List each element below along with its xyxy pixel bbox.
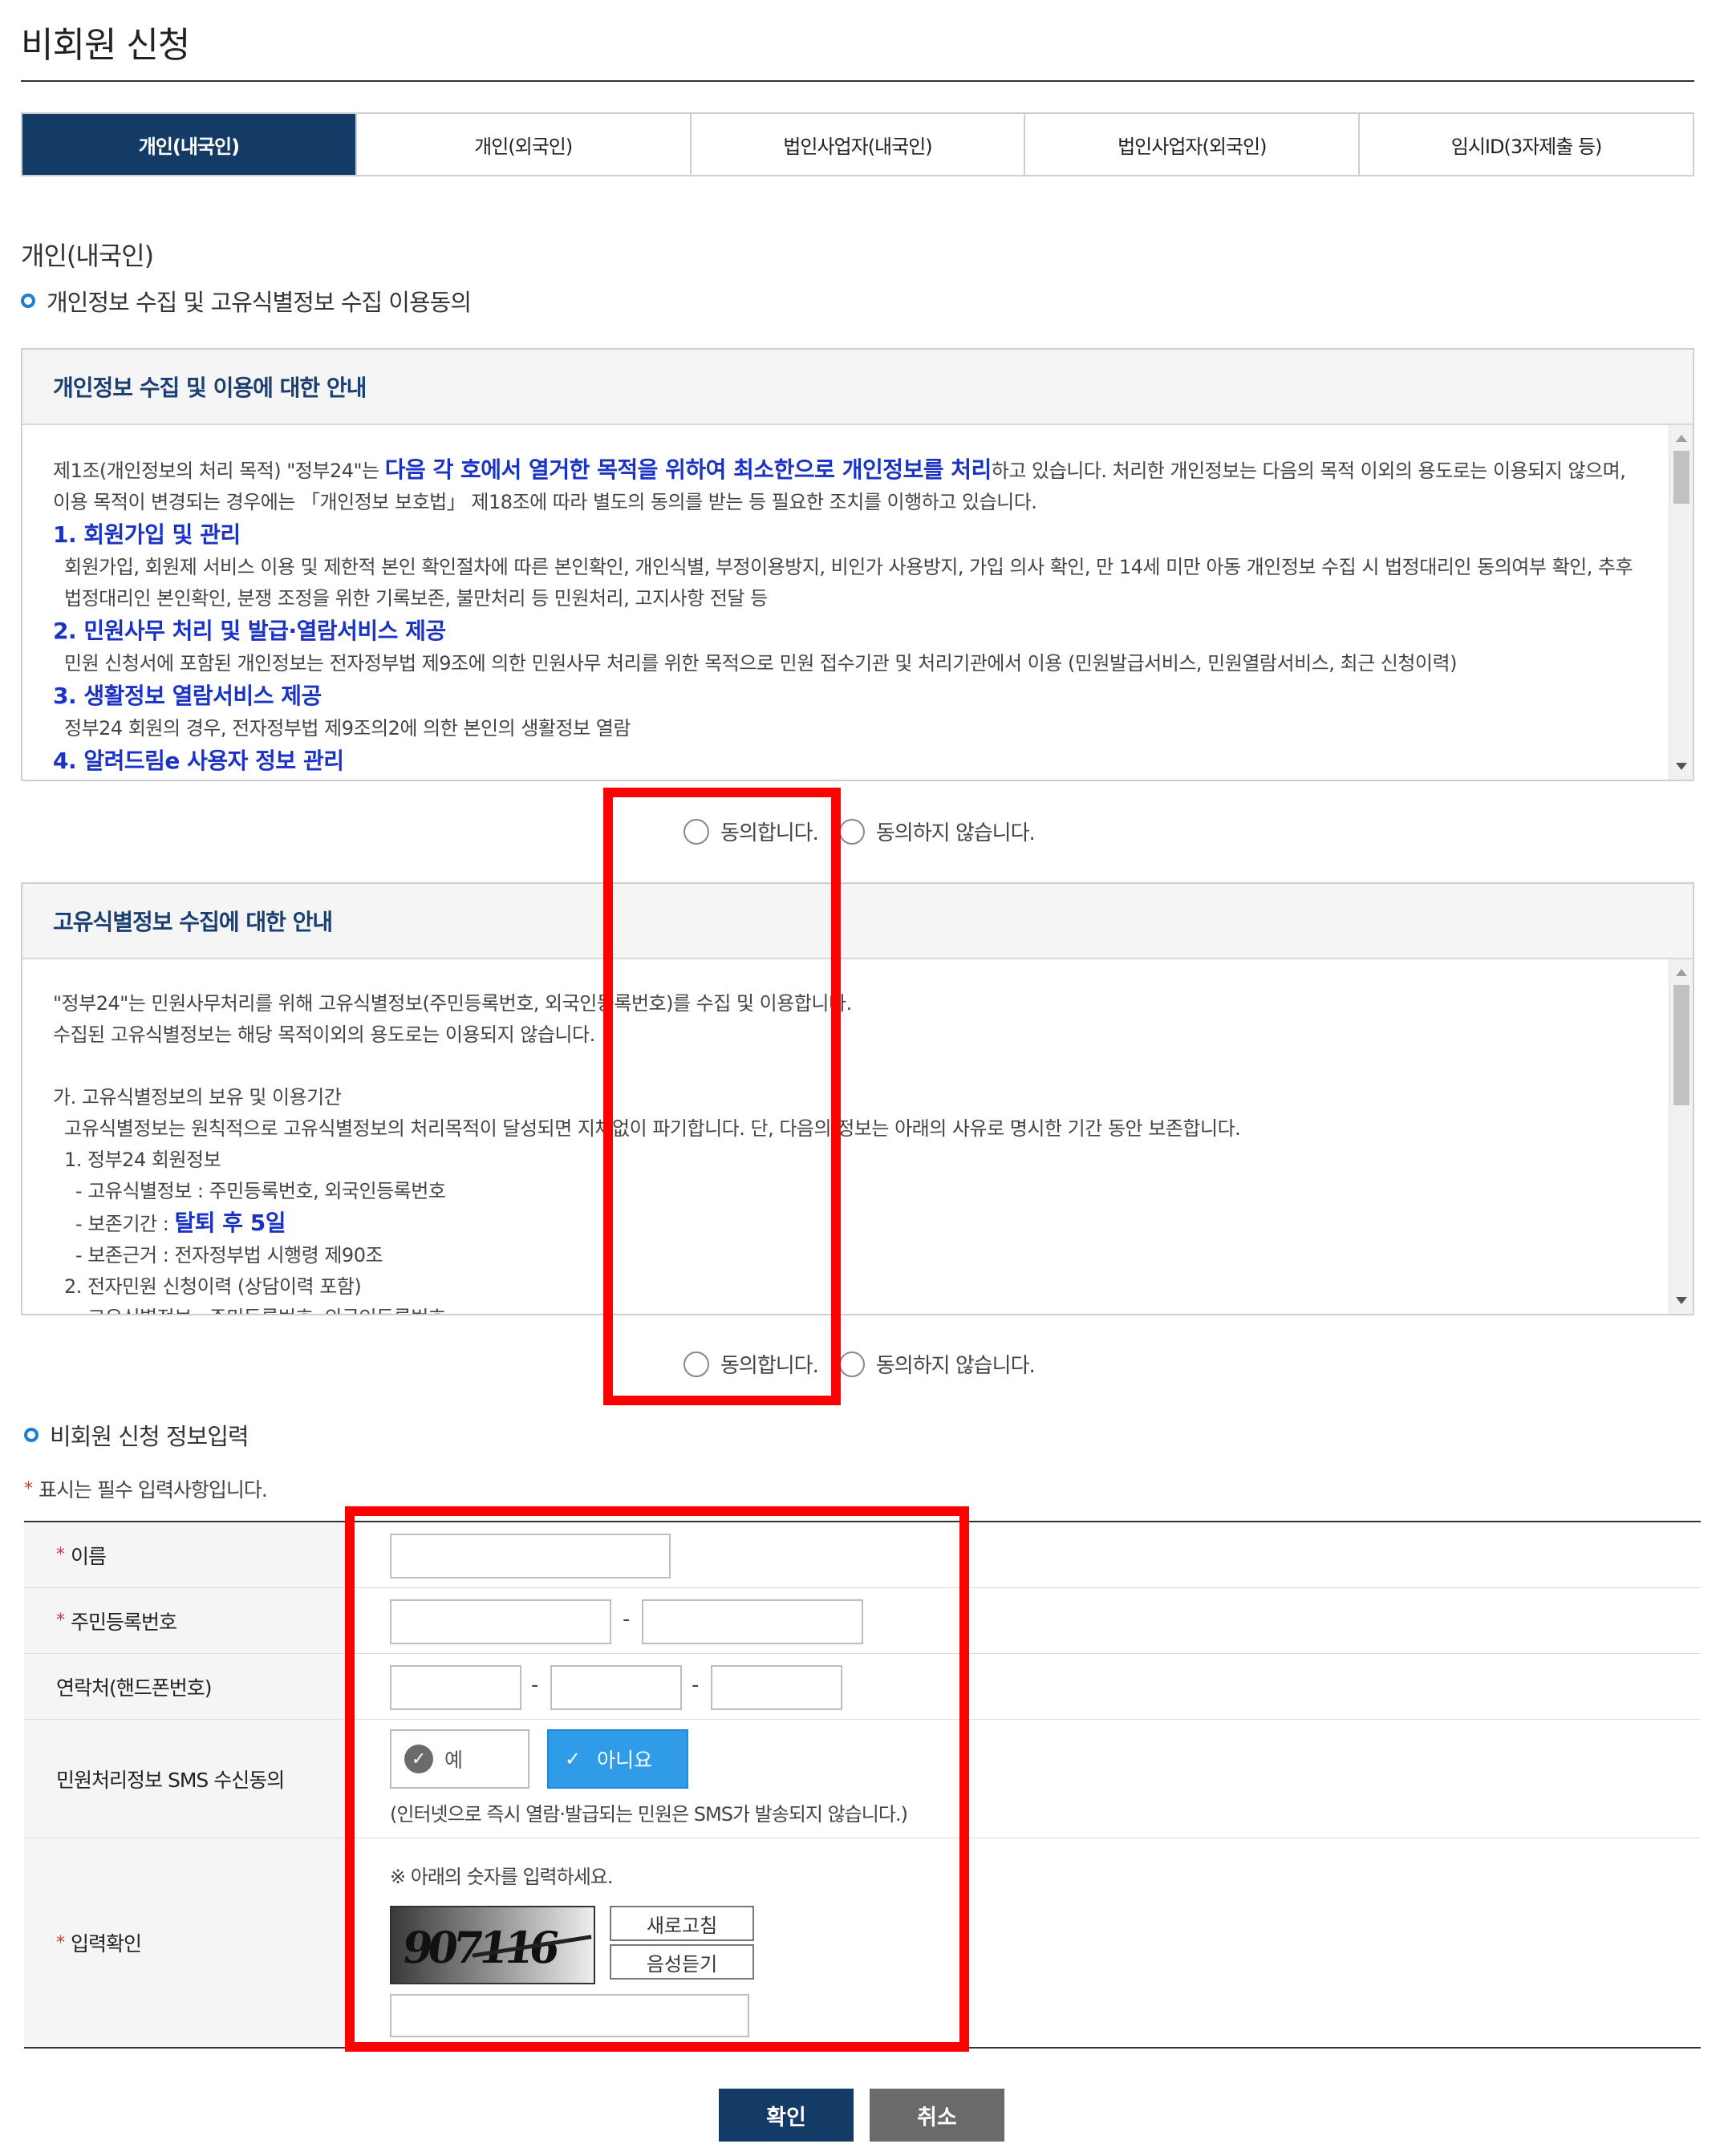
sms-label: 민원처리정보 SMS 수신동의 <box>24 1720 353 1838</box>
unique-line9: 2. 전자민원 신청이력 (상담이력 포함) <box>64 1275 362 1298</box>
ring-bullet-icon <box>24 1428 39 1442</box>
unique-line5: 1. 정부24 회원정보 <box>64 1149 221 1171</box>
phone-label: 연락처(핸드폰번호) <box>24 1654 353 1719</box>
unique-line3: 가. 고유식별정보의 보유 및 이용기간 <box>53 1086 342 1108</box>
form-heading-text: 비회원 신청 정보입력 <box>50 1423 249 1450</box>
privacy-item3-body: 정부24 회원의 경우, 전자정부법 제9조의2에 의한 본인의 생활정보 열람 <box>64 717 631 740</box>
section-label: 개인(내국인) <box>21 241 154 271</box>
captcha-label-text: 입력확인 <box>71 1932 142 1955</box>
title-divider <box>21 80 1694 82</box>
unique-id-disagree-radio[interactable] <box>838 1351 865 1377</box>
privacy-item3-title: 3. 생활정보 열람서비스 제공 <box>53 683 322 709</box>
ring-bullet-icon <box>21 294 35 308</box>
privacy-item4-title: 4. 알려드림e 사용자 정보 관리 <box>53 748 344 774</box>
privacy-item2-body: 민원 신청서에 포함된 개인정보는 전자정부법 제9조에 의한 민원사무 처리를… <box>64 652 1457 675</box>
privacy-p1-prefix: 제1조(개인정보의 처리 목적) "정부24"는 <box>53 460 385 482</box>
privacy-notice-title: 개인정보 수집 및 이용에 대한 안내 <box>22 350 1693 425</box>
unique-line2: 수집된 고유식별정보는 해당 목적이외의 용도로는 이용되지 않습니다. <box>53 1023 595 1046</box>
privacy-p1-emphasis: 다음 각 호에서 열거한 목적을 위하여 최소한으로 개인정보를 처리 <box>384 456 992 483</box>
required-note: * 표시는 필수 입력사항입니다. <box>24 1474 268 1503</box>
name-label-text: 이름 <box>71 1544 107 1568</box>
rrn-label: * 주민등록번호 <box>24 1588 353 1653</box>
unique-line6: - 고유식별정보 : 주민등록번호, 외국인등록번호 <box>75 1180 446 1202</box>
scroll-down-icon[interactable] <box>1676 763 1687 770</box>
required-star-icon: * <box>56 1611 65 1631</box>
unique-id-notice-title: 고유식별정보 수집에 대한 안내 <box>22 884 1693 959</box>
input-highlight-box <box>345 1506 969 2052</box>
scroll-thumb[interactable] <box>1673 451 1689 504</box>
required-star-icon: * <box>24 1478 33 1499</box>
privacy-notice-box: 개인정보 수집 및 이용에 대한 안내 제1조(개인정보의 처리 목적) "정부… <box>21 348 1694 781</box>
privacy-item2-title: 2. 민원사무 처리 및 발급·열람서비스 제공 <box>53 618 446 644</box>
consent-heading-text: 개인정보 수집 및 고유식별정보 수집 이용동의 <box>47 289 472 316</box>
scroll-down-icon[interactable] <box>1676 1297 1687 1304</box>
privacy-item1-body: 회원가입, 회원제 서비스 이용 및 제한적 본인 확인절차에 따른 본인확인,… <box>64 556 1633 610</box>
privacy-disagree-label[interactable]: 동의하지 않습니다. <box>876 817 1036 846</box>
tab-personal-domestic[interactable]: 개인(내국인) <box>22 114 357 175</box>
member-type-tabs: 개인(내국인) 개인(외국인) 법인사업자(내국인) 법인사업자(외국인) 임시… <box>21 112 1694 176</box>
scroll-thumb[interactable] <box>1673 985 1689 1105</box>
tab-corporate-domestic[interactable]: 법인사업자(내국인) <box>691 114 1026 175</box>
tab-personal-foreign[interactable]: 개인(외국인) <box>356 114 692 175</box>
page-title: 비회원 신청 <box>21 25 190 66</box>
required-note-text: 표시는 필수 입력사항입니다. <box>39 1478 268 1502</box>
privacy-scrollbar[interactable] <box>1669 425 1693 780</box>
cancel-button[interactable]: 취소 <box>870 2089 1004 2142</box>
unique-line8: - 보존근거 : 전자정부법 시행령 제90조 <box>75 1244 383 1266</box>
tab-temporary-id[interactable]: 임시ID(3자제출 등) <box>1360 114 1693 175</box>
unique-line4: 고유식별정보는 원칙적으로 고유식별정보의 처리목적이 달성되면 지체없이 파기… <box>64 1117 1241 1140</box>
unique-line7-prefix: - 보존기간 : <box>75 1213 175 1235</box>
tab-corporate-foreign[interactable]: 법인사업자(외국인) <box>1025 114 1361 175</box>
privacy-paragraph: 제1조(개인정보의 처리 목적) "정부24"는 다음 각 호에서 열거한 목적… <box>53 454 1637 518</box>
unique-id-notice-body[interactable]: "정부24"는 민원사무처리를 위해 고유식별정보(주민등록번호, 외국인등록번… <box>22 959 1693 1314</box>
required-star-icon: * <box>56 1545 65 1565</box>
unique-id-scrollbar[interactable] <box>1669 959 1693 1314</box>
scroll-up-icon[interactable] <box>1676 969 1687 976</box>
rrn-label-text: 주민등록번호 <box>71 1610 177 1634</box>
confirm-button[interactable]: 확인 <box>719 2089 854 2142</box>
unique-line7-emphasis: 탈퇴 후 5일 <box>174 1210 286 1236</box>
privacy-disagree-radio[interactable] <box>838 818 865 845</box>
required-star-icon: * <box>56 1932 65 1953</box>
unique-line7: - 보존기간 : 탈퇴 후 5일 <box>53 1207 1637 1240</box>
agree-highlight-box <box>603 788 841 1405</box>
unique-line1: "정부24"는 민원사무처리를 위해 고유식별정보(주민등록번호, 외국인등록번… <box>53 992 852 1015</box>
scroll-up-icon[interactable] <box>1676 435 1687 442</box>
name-label: * 이름 <box>24 1522 353 1587</box>
unique-line10: - 고유식별정보 : 주민등록번호, 외국인등록번호 <box>53 1303 1637 1314</box>
unique-id-notice-box: 고유식별정보 수집에 대한 안내 "정부24"는 민원사무처리를 위해 고유식별… <box>21 882 1694 1315</box>
form-heading: 비회원 신청 정보입력 <box>24 1418 249 1452</box>
consent-heading: 개인정보 수집 및 고유식별정보 수집 이용동의 <box>21 284 472 318</box>
unique-id-disagree-label[interactable]: 동의하지 않습니다. <box>876 1349 1036 1379</box>
privacy-item1-title: 1. 회원가입 및 관리 <box>53 521 241 548</box>
privacy-notice-body[interactable]: 제1조(개인정보의 처리 목적) "정부24"는 다음 각 호에서 열거한 목적… <box>22 425 1693 780</box>
captcha-label: * 입력확인 <box>24 1838 353 2047</box>
